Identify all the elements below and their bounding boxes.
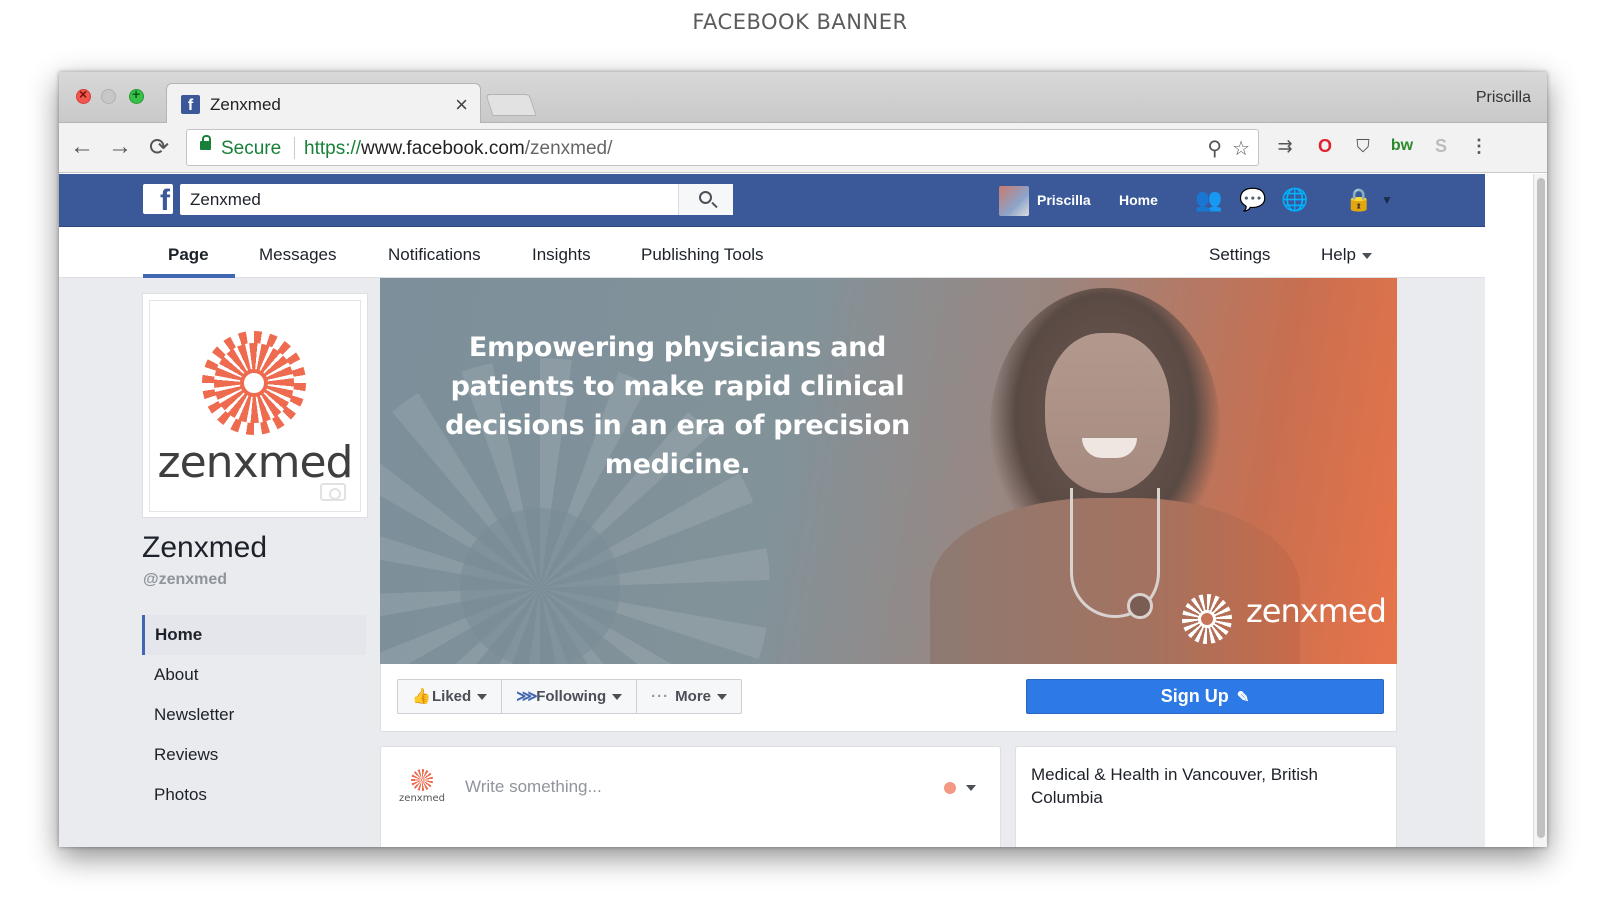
sidebar-item-home[interactable]: Home	[142, 615, 366, 655]
facebook-favicon-icon: f	[181, 95, 200, 114]
friend-requests-icon[interactable]: 👥	[1195, 188, 1223, 212]
sidebar-item-photos[interactable]: Photos	[142, 775, 366, 815]
browser-tab[interactable]: f Zenxmed ×	[166, 83, 481, 124]
tab-insights[interactable]: Insights	[532, 245, 591, 265]
profile-logo-wordmark: zenxmed	[157, 437, 354, 488]
url-host: www.facebook.com	[361, 138, 525, 159]
profile-logo: zenxmed	[149, 300, 361, 512]
address-separator	[294, 137, 295, 159]
zoom-icon[interactable]: ⚲	[1207, 136, 1222, 161]
physician-face	[1045, 333, 1170, 493]
cover-logo-mark-icon	[1182, 594, 1232, 644]
post-composer[interactable]: zenxmed Write something...	[380, 746, 1001, 847]
help-chevron-down-icon	[1361, 252, 1372, 259]
maximize-window-button[interactable]	[129, 86, 144, 104]
facebook-logo-icon[interactable]: f	[143, 184, 173, 217]
tab-title: Zenxmed	[210, 95, 281, 114]
minimize-window-button[interactable]	[101, 89, 116, 104]
search-button[interactable]	[678, 184, 733, 215]
forward-arrow-icon[interactable]: →	[105, 133, 135, 161]
extension-arrows-icon[interactable]: ⇉	[1272, 133, 1298, 159]
close-window-button[interactable]	[76, 86, 91, 104]
tab-messages[interactable]: Messages	[259, 245, 336, 265]
url-path: /zenxmed/	[524, 138, 613, 159]
avatar	[999, 186, 1029, 216]
address-bar[interactable]: Secure https://www.facebook.com/zenxmed/…	[186, 129, 1259, 166]
browser-toolbar: ← → ⟳ Secure https://www.facebook.com/ze…	[59, 123, 1547, 173]
cover-headline: Empowering physicians and patients to ma…	[445, 332, 910, 480]
url-scheme: https://	[304, 138, 362, 159]
tab-page[interactable]: Page	[168, 245, 209, 265]
page-scrollbar[interactable]	[1533, 174, 1547, 847]
thumbs-up-icon: 👍	[412, 688, 431, 705]
page-category[interactable]: Medical & Health in Vancouver, British C…	[1031, 763, 1361, 809]
sidebar-item-newsletter[interactable]: Newsletter	[142, 695, 366, 735]
page-sidebar-nav: Home About Newsletter Reviews Photos	[142, 615, 366, 815]
facebook-page: f Zenxmed Priscilla Home 👥 💬 🌐 🔒 ▼ Page …	[59, 174, 1485, 847]
sidebar-item-reviews[interactable]: Reviews	[142, 735, 366, 775]
messages-icon[interactable]: 💬	[1239, 188, 1267, 212]
composer-placeholder[interactable]: Write something...	[465, 777, 602, 797]
tab-publishing-tools[interactable]: Publishing Tools	[641, 245, 764, 265]
skype-icon[interactable]: S	[1428, 133, 1454, 159]
liked-button[interactable]: 👍Liked	[398, 680, 503, 713]
sidebar-item-about[interactable]: About	[142, 655, 366, 695]
active-tab-underline	[143, 274, 235, 278]
notifications-globe-icon[interactable]: 🌐	[1281, 188, 1309, 212]
url-text[interactable]: https://www.facebook.com/zenxmed/	[304, 138, 612, 160]
page-handle[interactable]: @zenxmed	[143, 571, 227, 589]
composer-avatar-wordmark: zenxmed	[399, 793, 445, 804]
profile-picture[interactable]: zenxmed	[142, 293, 368, 518]
fb-user-name: Priscilla	[1037, 192, 1091, 208]
browser-menu-icon[interactable]: ⋮	[1466, 133, 1492, 159]
back-arrow-icon[interactable]: ←	[67, 133, 97, 161]
page-title[interactable]: Zenxmed	[142, 531, 267, 565]
search-icon	[699, 191, 712, 204]
fb-home-link[interactable]: Home	[1119, 192, 1158, 208]
rss-icon: ⋙	[516, 688, 538, 705]
tab-help[interactable]: Help	[1321, 245, 1372, 265]
scrollbar-thumb[interactable]	[1537, 178, 1545, 838]
page-action-buttons: 👍Liked ⋙Following ··· More	[397, 679, 743, 714]
new-tab-button[interactable]	[485, 94, 537, 116]
composer-page-avatar: zenxmed	[399, 769, 445, 809]
account-menu-chevron-down-icon[interactable]: ▼	[1373, 188, 1401, 212]
tab-notifications[interactable]: Notifications	[388, 245, 481, 265]
zenxmed-mandala-icon	[411, 769, 433, 791]
more-dots-icon: ···	[651, 688, 670, 705]
privacy-shortcuts-icon[interactable]: 🔒	[1345, 188, 1373, 212]
tab-strip: f Zenxmed × Priscilla	[59, 72, 1547, 124]
facebook-top-bar: f Zenxmed Priscilla Home 👥 💬 🌐 🔒 ▼	[59, 174, 1485, 227]
post-as-avatar-icon[interactable]	[944, 782, 956, 794]
browser-window: f Zenxmed × Priscilla ← → ⟳ Secure https…	[59, 72, 1547, 847]
post-as-chevron-down-icon[interactable]	[966, 785, 976, 791]
stethoscope-head	[1127, 593, 1153, 619]
facebook-search-input[interactable]: Zenxmed	[180, 184, 733, 215]
zenxmed-mandala-icon	[202, 331, 306, 435]
page-actions-bar: 👍Liked ⋙Following ··· More Sign Up ✎	[380, 664, 1397, 732]
opera-icon[interactable]: O	[1312, 133, 1338, 159]
following-button[interactable]: ⋙Following	[502, 680, 638, 713]
secure-label: Secure	[221, 138, 282, 159]
lock-icon	[200, 135, 211, 150]
pencil-icon: ✎	[1236, 689, 1250, 706]
cover-physician-photo	[920, 288, 1300, 664]
tab-close-icon[interactable]: ×	[455, 92, 468, 118]
bw-extension-icon[interactable]: bw	[1389, 133, 1415, 159]
cover-photo[interactable]: Empowering physicians and patients to ma…	[380, 278, 1397, 664]
camera-icon[interactable]	[320, 483, 346, 501]
reload-icon[interactable]: ⟳	[144, 133, 174, 162]
cover-wordmark: zenxmed	[1246, 592, 1387, 630]
search-value: Zenxmed	[190, 190, 261, 209]
browser-profile-name[interactable]: Priscilla	[1476, 89, 1531, 107]
bookmark-star-icon[interactable]: ☆	[1232, 136, 1250, 161]
page-admin-nav: Page Messages Notifications Insights Pub…	[59, 227, 1485, 278]
page-category-card: Medical & Health in Vancouver, British C…	[1015, 746, 1397, 847]
banner-caption: FACEBOOK BANNER	[692, 10, 908, 34]
tab-settings[interactable]: Settings	[1209, 245, 1270, 265]
pocket-icon[interactable]: ⛉	[1350, 133, 1376, 159]
more-button[interactable]: ··· More	[637, 680, 741, 713]
sign-up-button[interactable]: Sign Up ✎	[1026, 679, 1384, 714]
